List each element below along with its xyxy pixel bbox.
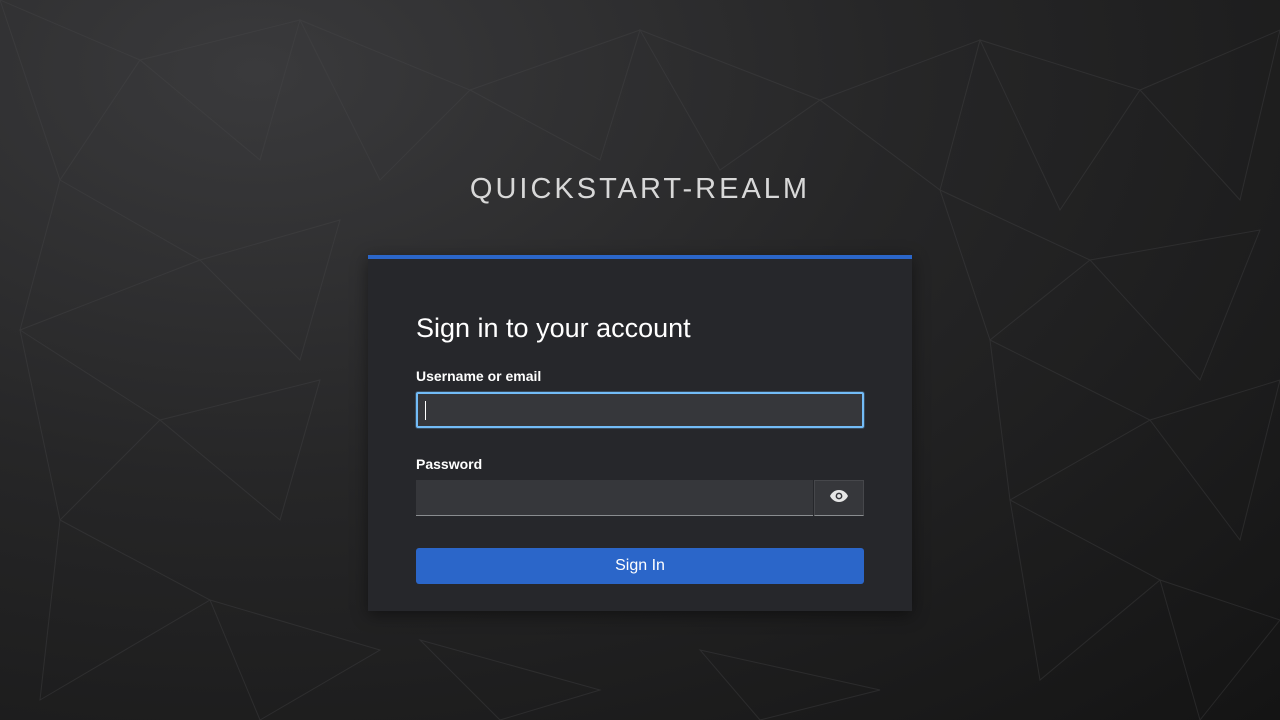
sign-in-button[interactable]: Sign In (416, 548, 864, 584)
username-input[interactable] (416, 392, 864, 428)
text-caret (425, 401, 426, 420)
realm-title: QUICKSTART-REALM (469, 173, 811, 205)
login-card: Sign in to your account Username or emai… (368, 255, 912, 611)
eye-icon (830, 489, 848, 507)
password-input[interactable] (416, 480, 813, 516)
login-heading: Sign in to your account (416, 313, 691, 343)
show-password-button[interactable] (814, 480, 864, 516)
password-label: Password (416, 456, 483, 472)
username-label: Username or email (416, 368, 542, 384)
